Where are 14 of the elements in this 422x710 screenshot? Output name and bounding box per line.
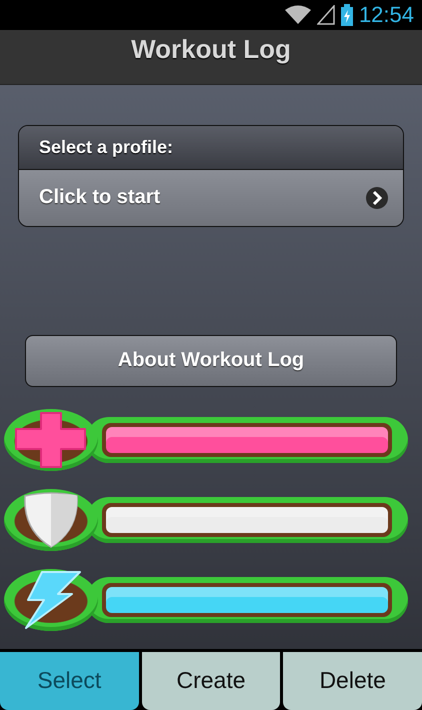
tab[interactable]: Create bbox=[142, 652, 280, 710]
tab[interactable]: Delete bbox=[283, 652, 422, 710]
tab[interactable]: Select bbox=[0, 652, 139, 710]
about-button[interactable]: About Workout Log bbox=[25, 334, 397, 387]
chevron-right-icon bbox=[365, 186, 389, 210]
signal-icon bbox=[316, 5, 335, 26]
window-title: Workout Log bbox=[131, 34, 291, 66]
shield-icon bbox=[21, 492, 81, 548]
plus-icon bbox=[14, 410, 88, 469]
start-button[interactable]: Click to start bbox=[19, 170, 403, 226]
battery-icon bbox=[340, 4, 353, 26]
clock-time: 12:54 bbox=[358, 2, 414, 28]
wifi-icon bbox=[284, 5, 311, 26]
profile-heading: Select a profile: bbox=[19, 126, 403, 170]
